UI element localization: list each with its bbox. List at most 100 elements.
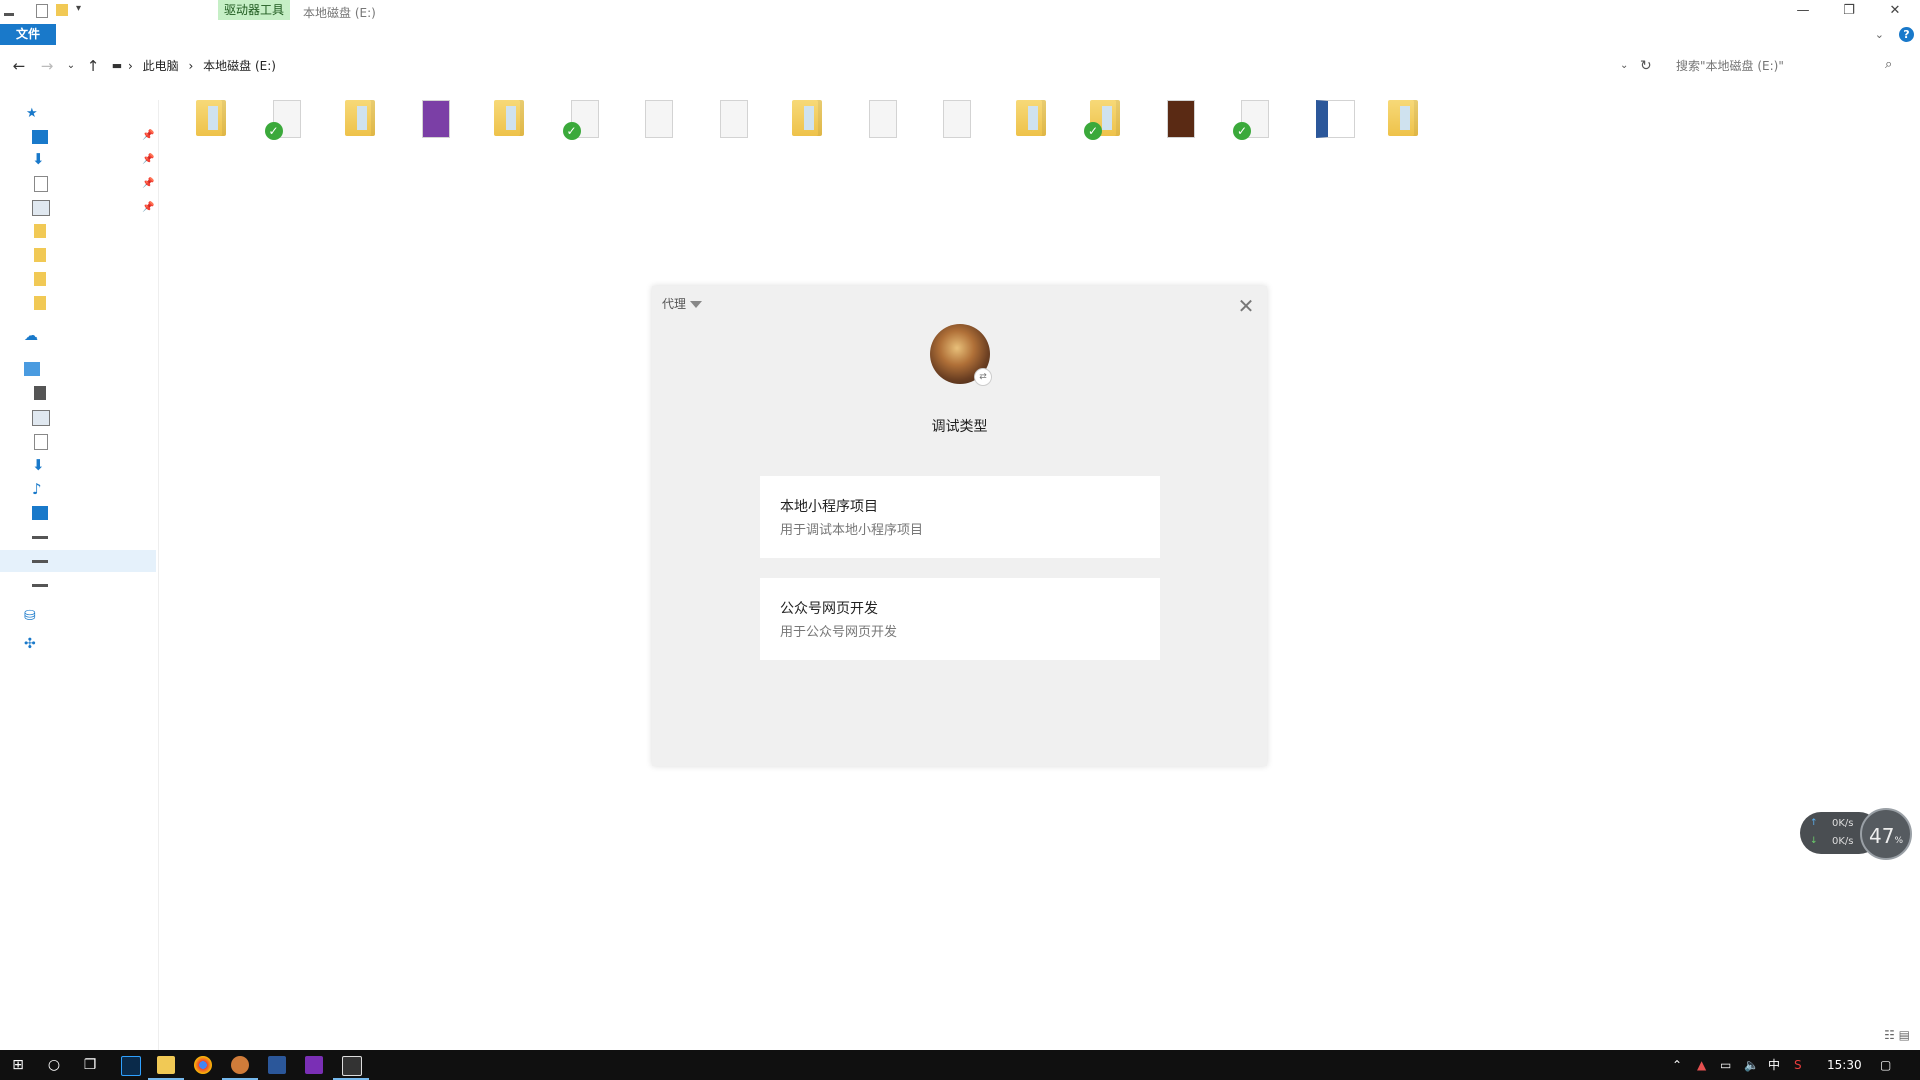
file-item[interactable] xyxy=(1010,96,1054,142)
file-item[interactable] xyxy=(935,96,979,142)
file-item[interactable]: ✓ xyxy=(562,96,607,142)
file-item[interactable]: ✓ xyxy=(264,96,309,142)
download-speed: 0K/s xyxy=(1832,836,1854,847)
photoshop-icon[interactable] xyxy=(121,1056,141,1076)
network-tray-icon[interactable]: ▭ xyxy=(1720,1050,1731,1080)
official-account-web-option[interactable]: 公众号网页开发 用于公众号网页开发 xyxy=(760,578,1160,660)
onedrive-icon[interactable]: ☁ xyxy=(24,328,40,344)
tray-app-icon[interactable]: ▲ xyxy=(1697,1050,1706,1080)
drive-c-icon[interactable] xyxy=(32,530,48,539)
sync-check-icon: ✓ xyxy=(562,122,581,140)
proxy-label: 代理 xyxy=(662,297,687,311)
sogou-ime-icon[interactable]: S xyxy=(1794,1050,1802,1080)
folder-content-icon xyxy=(1027,106,1038,130)
homegroup-icon[interactable]: ✣ xyxy=(24,636,40,652)
downloads-icon[interactable]: ⬇ xyxy=(32,456,48,474)
pin-icon: 📌 xyxy=(142,178,155,189)
details-view-icon[interactable]: ☷ xyxy=(1884,1028,1895,1042)
documents-icon[interactable] xyxy=(34,434,48,450)
videos-icon[interactable] xyxy=(34,386,46,400)
task-view-icon[interactable]: ❐ xyxy=(72,1050,108,1080)
app-orange-icon[interactable] xyxy=(231,1056,249,1074)
debug-type-dialog: 代理 ✕ ⇄ 调试类型 本地小程序项目 用于调试本地小程序项目 公众号网页开发 … xyxy=(652,286,1267,766)
volume-icon[interactable]: 🔈 xyxy=(1744,1050,1759,1080)
memory-percent: 47 xyxy=(1868,824,1895,848)
file-item[interactable] xyxy=(1308,96,1355,142)
start-icon[interactable]: ⊞ xyxy=(0,1050,36,1080)
folder-content-icon xyxy=(1400,106,1410,130)
network-speed-widget[interactable]: ↑ 0K/s ↓ 0K/s 47% xyxy=(1800,808,1918,860)
file-item[interactable] xyxy=(712,96,756,142)
folder-icon[interactable] xyxy=(34,296,46,310)
folder-icon xyxy=(792,100,822,136)
downloads-icon[interactable]: ⬇ xyxy=(32,150,48,168)
file-item[interactable] xyxy=(637,96,681,142)
folder-content-icon xyxy=(1102,106,1112,130)
taskbar: ⊞ ○ ❐ ⌃ ▲ ▭ 🔈 中 S 15:30 ▢ xyxy=(0,1050,1920,1080)
large-icons-view-icon[interactable]: ▤ xyxy=(1899,1028,1910,1042)
close-icon[interactable]: ✕ xyxy=(1235,295,1257,317)
axure-icon[interactable] xyxy=(305,1056,323,1074)
file-item[interactable] xyxy=(339,96,383,142)
pin-icon: 📌 xyxy=(142,202,155,213)
onenote-icon xyxy=(421,100,450,138)
folder-content-icon xyxy=(804,106,814,130)
memory-usage-gauge[interactable]: 47% xyxy=(1860,808,1912,860)
word-document-icon xyxy=(1315,100,1355,138)
switch-account-icon[interactable]: ⇄ xyxy=(974,368,992,386)
chrome-icon[interactable] xyxy=(194,1056,212,1074)
file-item[interactable] xyxy=(861,96,905,142)
local-miniprogram-option[interactable]: 本地小程序项目 用于调试本地小程序项目 xyxy=(760,476,1160,558)
document-icon xyxy=(943,100,971,138)
folder-icon xyxy=(345,100,375,136)
file-item[interactable] xyxy=(1382,96,1426,142)
desktop-icon[interactable] xyxy=(32,506,48,520)
document-icon xyxy=(719,100,748,138)
window-icon[interactable] xyxy=(342,1056,362,1076)
view-switch[interactable]: ☷ ▤ xyxy=(1884,1028,1910,1042)
file-item[interactable]: ✓ xyxy=(1233,96,1277,142)
drive-e-icon[interactable] xyxy=(32,554,48,563)
clock[interactable]: 15:30 xyxy=(1827,1050,1862,1080)
option-description: 用于公众号网页开发 xyxy=(780,625,898,640)
option-title: 公众号网页开发 xyxy=(780,601,878,617)
pin-icon: 📌 xyxy=(142,154,155,165)
music-icon[interactable]: ♪ xyxy=(32,480,48,498)
folder-content-icon xyxy=(357,106,367,130)
file-item[interactable] xyxy=(488,96,532,142)
file-explorer-icon[interactable] xyxy=(157,1056,175,1074)
file-item[interactable] xyxy=(786,96,830,142)
sync-check-icon: ✓ xyxy=(1233,122,1251,140)
folder-icon xyxy=(1015,100,1046,136)
this-pc-icon[interactable] xyxy=(24,362,40,376)
documents-icon[interactable] xyxy=(34,176,48,192)
folder-icon xyxy=(196,100,226,136)
folder-icon[interactable] xyxy=(34,248,46,262)
ime-indicator[interactable]: 中 xyxy=(1768,1050,1780,1080)
sidebar-selected-row[interactable] xyxy=(0,550,156,572)
proxy-dropdown[interactable]: 代理 xyxy=(662,295,703,312)
folder-icon[interactable] xyxy=(34,272,46,286)
pictures-icon[interactable] xyxy=(32,200,50,216)
folder-content-icon xyxy=(506,106,516,130)
folder-icon[interactable] xyxy=(34,224,46,238)
action-center-icon[interactable]: ▢ xyxy=(1880,1050,1891,1080)
word-icon[interactable] xyxy=(268,1056,286,1074)
upload-speed: 0K/s xyxy=(1832,818,1854,829)
search-icon[interactable]: ○ xyxy=(36,1050,72,1080)
file-item[interactable] xyxy=(1159,96,1203,142)
pictures-icon[interactable] xyxy=(32,410,50,426)
file-item[interactable] xyxy=(414,96,458,142)
upload-arrow-icon: ↑ xyxy=(1810,818,1818,828)
document-icon xyxy=(645,100,673,138)
sync-check-icon: ✓ xyxy=(1084,122,1102,140)
file-item[interactable] xyxy=(190,96,234,142)
document-icon xyxy=(868,100,897,138)
folder-content-icon xyxy=(208,106,218,130)
folder-icon xyxy=(494,100,524,136)
drive-icon[interactable] xyxy=(32,578,48,587)
chevron-down-icon xyxy=(690,301,703,308)
network-icon[interactable]: ⛁ xyxy=(24,608,40,624)
tray-overflow-icon[interactable]: ⌃ xyxy=(1672,1050,1682,1080)
file-item[interactable]: ✓ xyxy=(1084,96,1128,142)
